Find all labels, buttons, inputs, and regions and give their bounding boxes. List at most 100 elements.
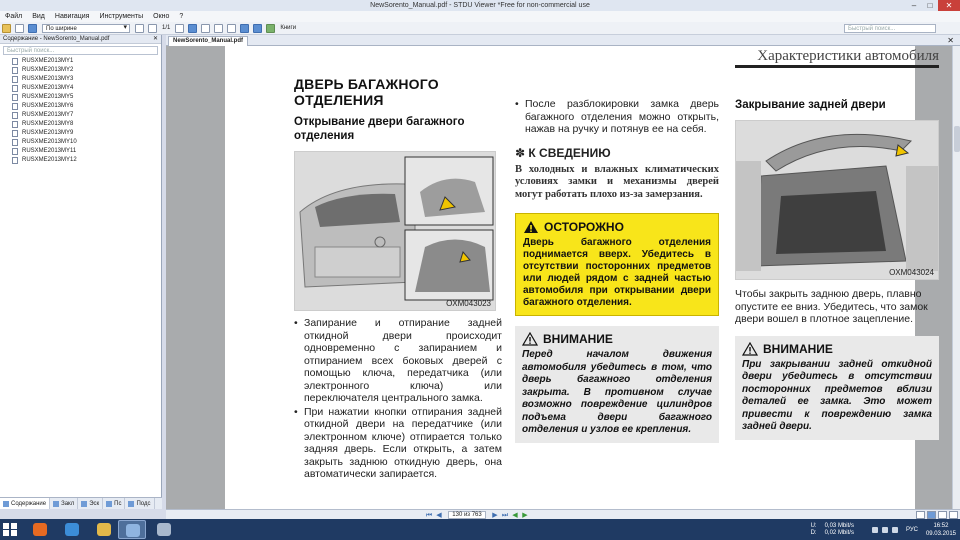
scrollbar-thumb[interactable]	[954, 126, 960, 152]
close-button[interactable]: ✕	[938, 0, 960, 11]
contents-icon	[3, 500, 9, 507]
maximize-button[interactable]: □	[922, 0, 938, 11]
window-controls: – □ ✕	[906, 0, 960, 11]
fit-width-icon[interactable]	[175, 23, 185, 33]
tab-search[interactable]: Пс	[103, 498, 126, 509]
contents-list: RUSXME2013MY1 RUSXME2013MY2 RUSXME2013MY…	[0, 57, 161, 165]
firefox-icon	[33, 523, 47, 536]
menu-view[interactable]: Вид	[27, 11, 50, 22]
sidebar-title: Содержание - NewSorento_Manual.pdf	[3, 36, 110, 42]
list-item-label: RUSXME2013MY12	[22, 157, 77, 163]
document-icon	[12, 121, 18, 128]
tray-arrow-icon[interactable]	[871, 526, 878, 533]
next-page-icon[interactable]: ▶	[491, 512, 499, 519]
list-item[interactable]: RUSXME2013MY10	[0, 138, 161, 147]
books-icon[interactable]	[266, 23, 276, 33]
minimize-button[interactable]: –	[906, 0, 922, 11]
caution-box: ВНИМАНИЕ При закрывании задней откидной …	[735, 335, 939, 440]
warning-box: ОСТОРОЖНО Дверь багажного отделения подн…	[515, 213, 719, 316]
caution-triangle-icon	[522, 332, 538, 346]
caution-box: ВНИМАНИЕ Перед началом движения автомоби…	[515, 326, 719, 443]
single-page-view-icon[interactable]	[916, 511, 925, 519]
list-item[interactable]: RUSXME2013MY9	[0, 129, 161, 138]
folder-icon	[97, 523, 111, 536]
language-indicator[interactable]: РУС	[906, 527, 918, 533]
menu-tools[interactable]: Инструменты	[94, 11, 148, 22]
column-3: Закрывание задней двери OXM043024 Чтобы …	[735, 98, 939, 440]
back-icon[interactable]: ◀	[511, 512, 519, 519]
list-item[interactable]: RUSXME2013MY4	[0, 84, 161, 93]
prev-page-icon[interactable]: ◀	[435, 512, 443, 519]
zoom-in-icon[interactable]	[135, 23, 144, 33]
col1-subtitle: Открывание двери багажного отделения	[294, 116, 465, 142]
menu-help[interactable]: ?	[174, 11, 188, 22]
tab-thumbnails[interactable]: Эск	[78, 498, 104, 509]
taskbar-explorer[interactable]	[90, 520, 118, 539]
sidebar-toggle-icon[interactable]	[28, 23, 37, 33]
view-mode-buttons	[914, 511, 958, 519]
rotate-right-icon[interactable]	[253, 23, 263, 33]
windows-start-icon[interactable]	[2, 522, 18, 537]
thumbnail-icon	[81, 500, 88, 507]
zoom-select[interactable]: По ширине	[42, 23, 130, 33]
col1-bullets: Запирание и отпирание задней откидной дв…	[294, 317, 502, 481]
forward-icon[interactable]: ▶	[521, 512, 529, 519]
sidebar-search-input[interactable]: Быстрый поиск...	[3, 46, 158, 55]
taskbar-window[interactable]	[58, 520, 86, 539]
list-item[interactable]: RUSXME2013MY1	[0, 57, 161, 66]
document-icon	[12, 139, 18, 146]
list-item-label: RUSXME2013MY2	[22, 67, 74, 73]
quick-search-input[interactable]: Быстрый поиск...	[844, 24, 936, 33]
menu-navigation[interactable]: Навигация	[50, 11, 95, 22]
two-page-continuous-view-icon[interactable]	[949, 511, 958, 519]
list-item[interactable]: RUSXME2013MY11	[0, 147, 161, 156]
caution-triangle-icon	[742, 341, 758, 356]
taskbar-app[interactable]	[150, 520, 178, 539]
tab-bookmarks[interactable]: Закл	[50, 498, 79, 509]
list-item[interactable]: RUSXME2013MY2	[0, 66, 161, 75]
select-tool-icon[interactable]	[227, 23, 237, 33]
zoom-out-icon[interactable]	[148, 23, 157, 33]
pdf-page: Характеристики автомобиля ДВЕРЬ БАГАЖНОГ…	[225, 46, 939, 509]
fit-page-icon[interactable]	[188, 23, 198, 33]
menu-window[interactable]: Окно	[148, 11, 174, 22]
tab-highlights[interactable]: Подс	[125, 498, 155, 509]
tailgate-opening-figure: OXM043023	[294, 151, 496, 311]
list-item[interactable]: RUSXME2013MY12	[0, 156, 161, 165]
open-folder-icon[interactable]	[2, 23, 11, 33]
close-tab-icon[interactable]: ✕	[947, 35, 954, 46]
network-icon[interactable]	[881, 526, 888, 533]
hand-tool-icon[interactable]	[214, 23, 224, 33]
page-indicator[interactable]: 130 из 763	[448, 511, 486, 519]
taskbar: U: 0,03 Mbit/s D: 0,02 Mbit/s РУС 16:52 09…	[0, 519, 960, 540]
col2-bullets: После разблокировки замка дверь багажног…	[515, 98, 719, 136]
list-item[interactable]: RUSXME2013MY7	[0, 111, 161, 120]
tab-contents[interactable]: Содержание	[0, 498, 51, 509]
list-item[interactable]: RUSXME2013MY6	[0, 102, 161, 111]
two-page-view-icon[interactable]	[938, 511, 947, 519]
last-page-icon[interactable]: ⏭	[501, 512, 509, 519]
sidebar-close-icon[interactable]: ✕	[153, 35, 158, 44]
clock[interactable]: 16:52 09.03.2015	[926, 522, 956, 538]
document-tab[interactable]: NewSorento_Manual.pdf	[168, 36, 249, 46]
books-button[interactable]: Книги	[280, 25, 296, 31]
net-down-value: 0,02 Mbit/s	[824, 529, 854, 536]
col3-text: Чтобы закрыть заднюю дверь, плавно опуст…	[735, 288, 928, 325]
continuous-view-icon[interactable]	[927, 511, 936, 519]
list-item[interactable]: RUSXME2013MY8	[0, 120, 161, 129]
taskbar-stdu-viewer[interactable]	[118, 520, 146, 539]
volume-icon[interactable]	[891, 526, 898, 533]
rotate-left-icon[interactable]	[240, 23, 250, 33]
first-page-icon[interactable]: ⏮	[425, 512, 433, 519]
document-viewport[interactable]: Характеристики автомобиля ДВЕРЬ БАГАЖНОГ…	[166, 46, 952, 509]
vertical-scrollbar[interactable]	[952, 46, 960, 509]
print-icon[interactable]	[15, 23, 24, 33]
menu-file[interactable]: Файл	[0, 11, 27, 22]
list-item: Запирание и отпирание задней откидной дв…	[294, 317, 502, 405]
warning-triangle-icon	[524, 221, 538, 233]
page-header: Характеристики автомобиля	[735, 48, 939, 68]
actual-size-icon[interactable]	[201, 23, 211, 33]
list-item[interactable]: RUSXME2013MY3	[0, 75, 161, 84]
list-item[interactable]: RUSXME2013MY5	[0, 93, 161, 102]
taskbar-firefox[interactable]	[26, 520, 54, 539]
